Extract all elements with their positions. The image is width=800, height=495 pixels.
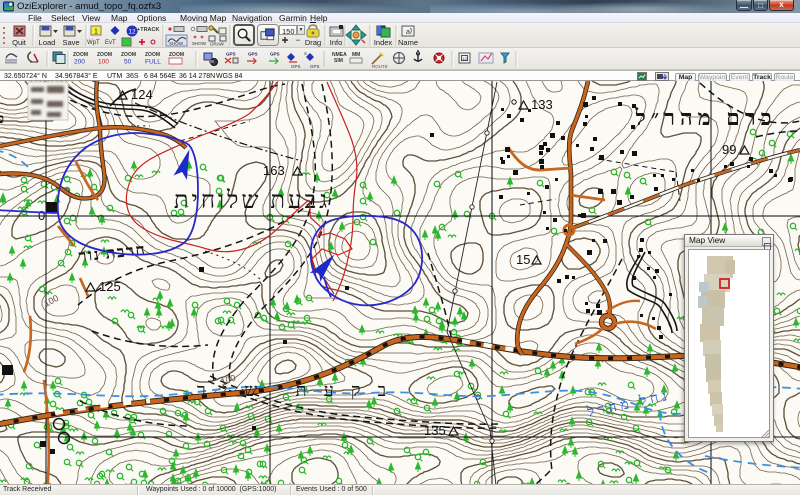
svg-text:+TRACK: +TRACK — [137, 27, 159, 33]
svg-text:נחל מהרל: נחל מהרל — [585, 387, 672, 420]
svg-text:SHOW: SHOW — [169, 41, 184, 46]
svg-text:GPS: GPS — [310, 64, 320, 69]
svg-text:124: 124 — [131, 87, 153, 102]
svg-text:GPS: GPS — [291, 64, 301, 69]
svg-text:WpT: WpT — [87, 40, 100, 46]
svg-text:Drag: Drag — [305, 38, 321, 47]
svg-text:0: 0 — [38, 208, 45, 223]
svg-text:12: 12 — [128, 29, 136, 36]
svg-text:Index: Index — [374, 38, 393, 47]
svg-text:100: 100 — [42, 293, 60, 309]
svg-text:163: 163 — [263, 163, 285, 178]
svg-text:125: 125 — [99, 279, 121, 294]
svg-text:ZOOM: ZOOM — [169, 52, 184, 58]
svg-text:GPS: GPS — [248, 52, 258, 57]
svg-text:12: 12 — [462, 56, 467, 61]
svg-text:Name: Name — [398, 38, 418, 47]
svg-text:a: a — [406, 29, 410, 36]
svg-text:GPS: GPS — [270, 52, 280, 57]
svg-text:GPS: GPS — [226, 52, 236, 57]
svg-text:15: 15 — [516, 252, 530, 267]
svg-text:ROUTE: ROUTE — [372, 64, 388, 69]
svg-text:135: 135 — [424, 423, 446, 438]
svg-text:Save: Save — [62, 38, 79, 47]
svg-text:DRAW: DRAW — [210, 42, 224, 47]
svg-text:133: 133 — [531, 97, 553, 112]
svg-text:200: 200 — [74, 59, 85, 66]
svg-text:ZOOM: ZOOM — [121, 52, 136, 58]
svg-text:SIM: SIM — [334, 58, 343, 64]
svg-text:S: S — [304, 51, 307, 56]
svg-text:100: 100 — [98, 59, 109, 66]
svg-text:EvT: EvT — [105, 40, 116, 46]
svg-text:Quit: Quit — [12, 38, 27, 47]
svg-text:פת: פת — [0, 112, 4, 127]
svg-text:כרם מהר״ל: כרם מהר״ל — [635, 105, 777, 130]
svg-text:FULL: FULL — [145, 59, 161, 66]
svg-text:בקעת שיר: בקעת שיר — [197, 380, 403, 400]
svg-text:MM: MM — [352, 52, 360, 58]
svg-text:Info: Info — [330, 38, 343, 47]
svg-text:Load: Load — [39, 38, 56, 47]
svg-text:1: 1 — [94, 29, 98, 36]
svg-text:SHOW: SHOW — [192, 41, 207, 46]
svg-text:ZOOM: ZOOM — [73, 52, 88, 58]
svg-text:99: 99 — [722, 142, 736, 157]
svg-text:50: 50 — [124, 59, 132, 66]
svg-text:ZOOM: ZOOM — [97, 52, 112, 58]
svg-text:ZOOM: ZOOM — [145, 52, 160, 58]
